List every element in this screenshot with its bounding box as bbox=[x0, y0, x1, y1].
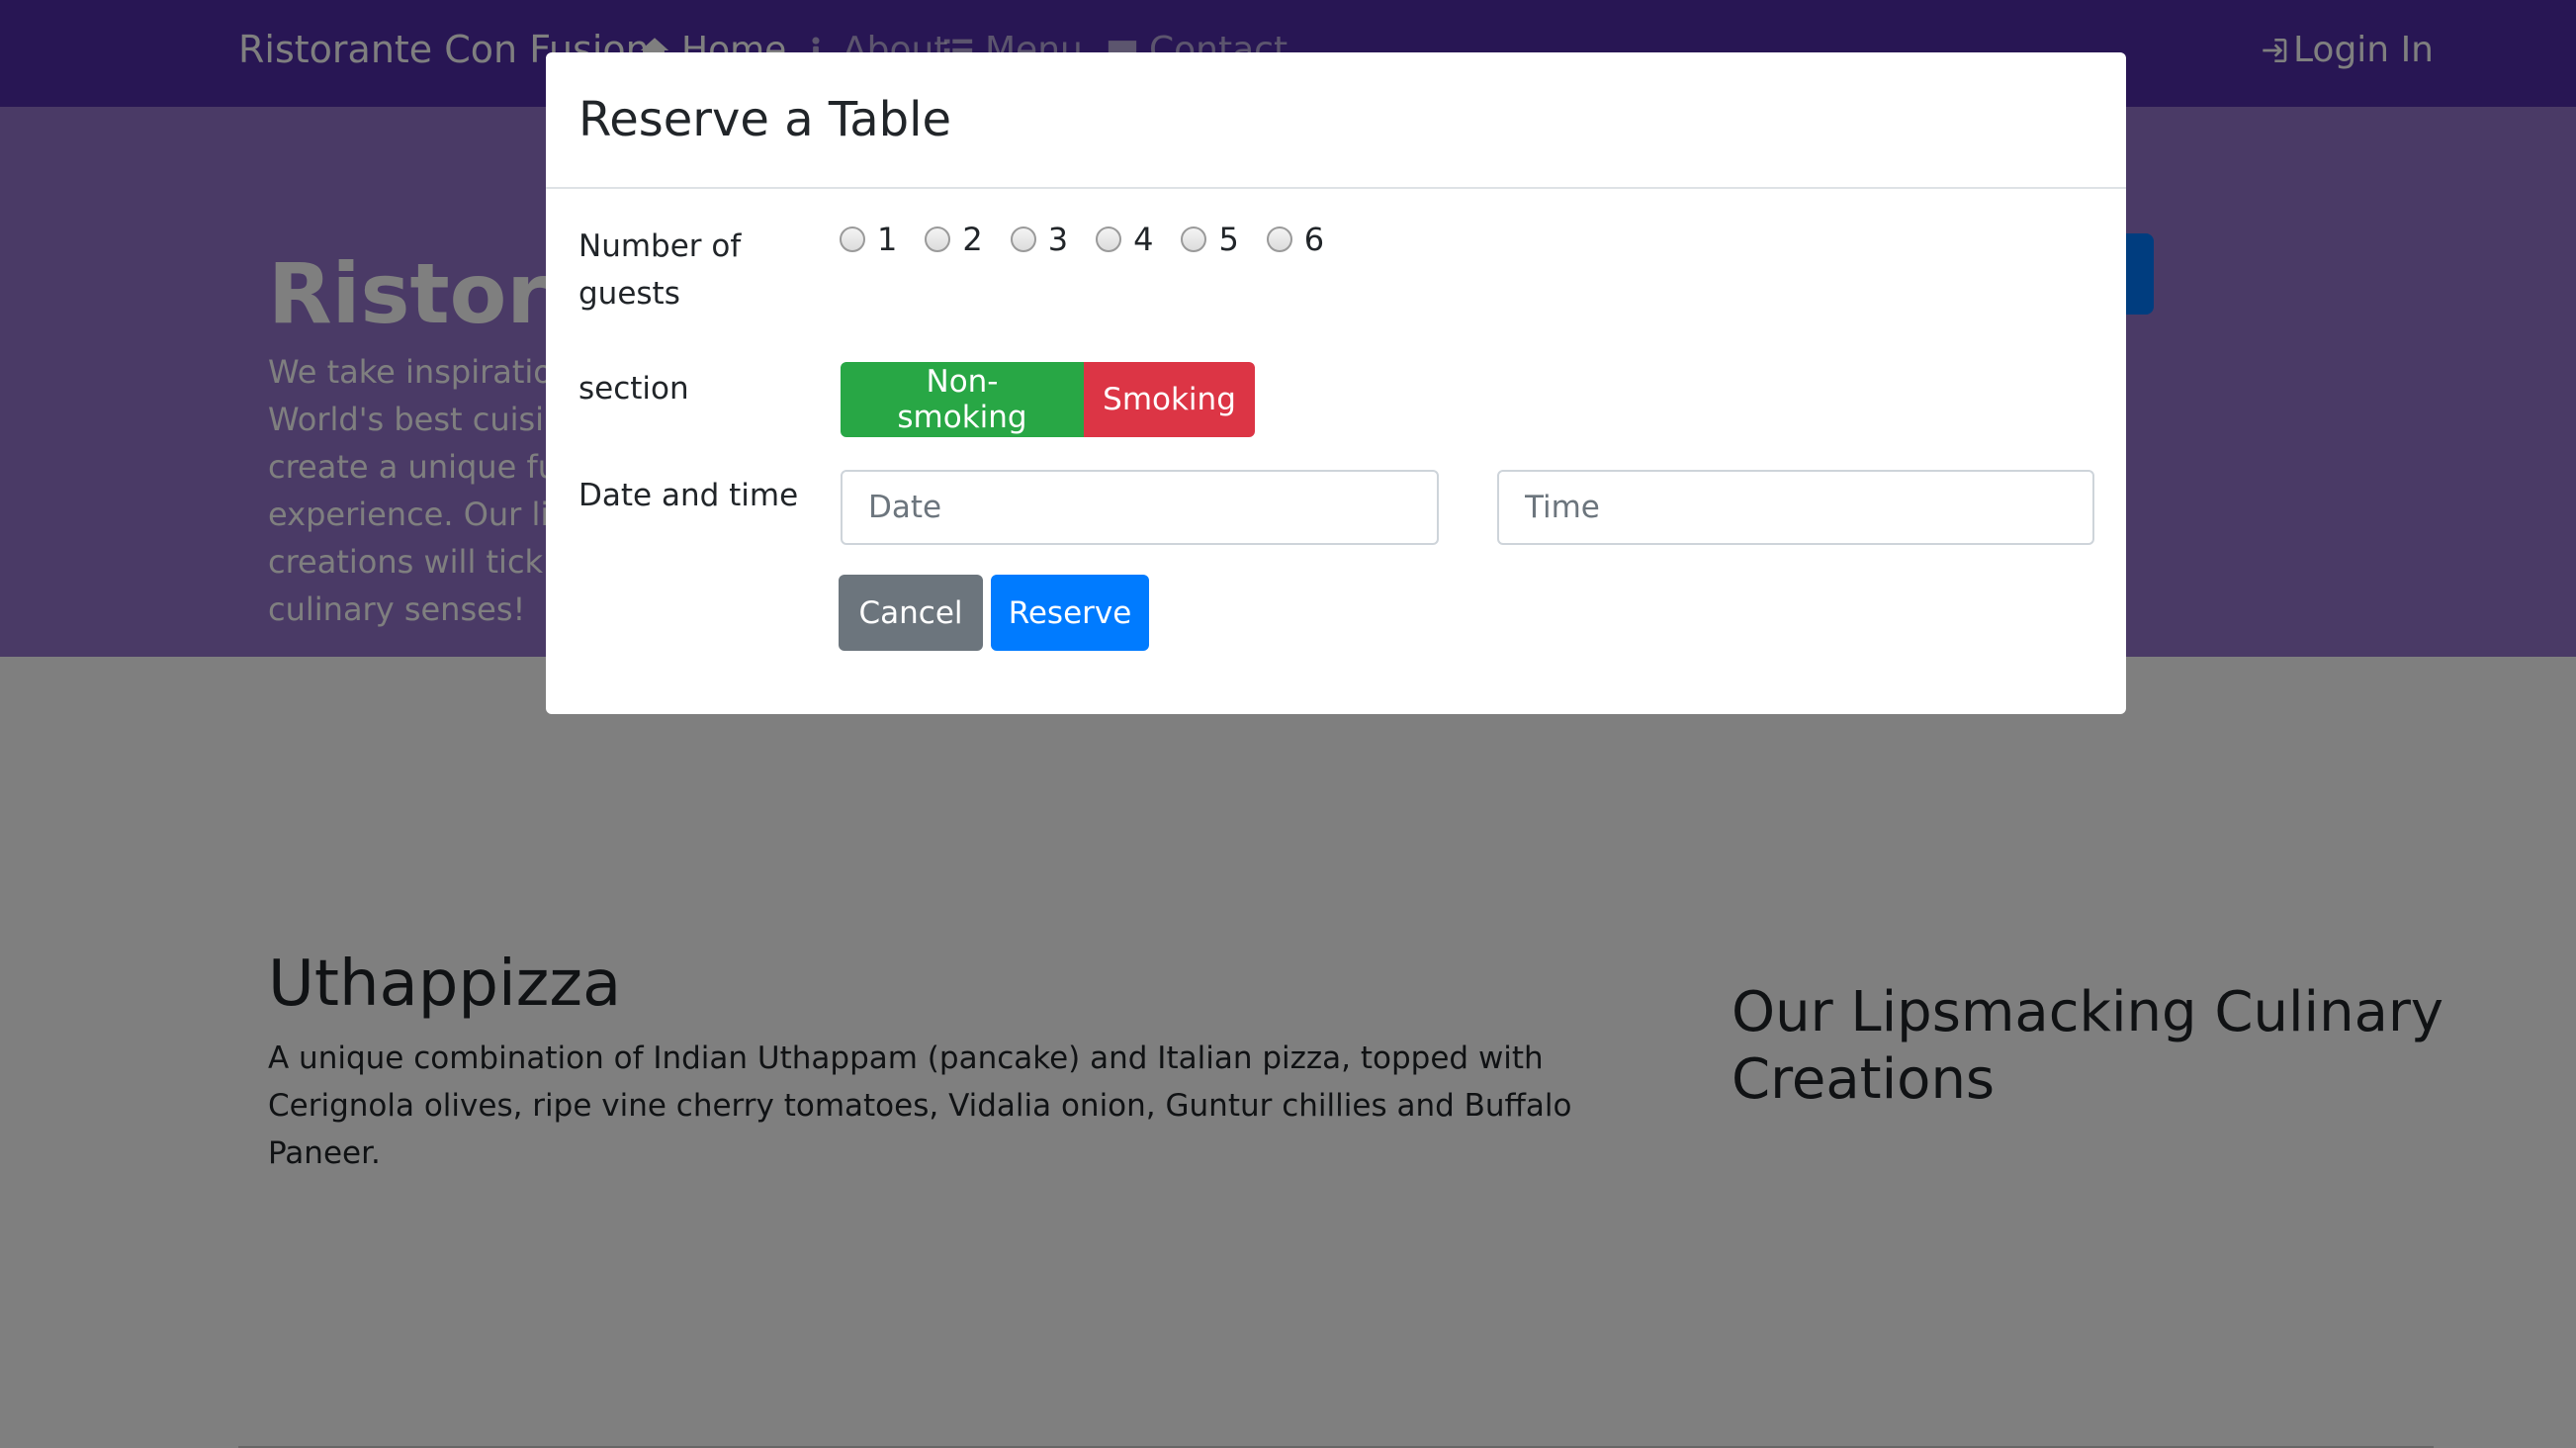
modal-title: Reserve a Table bbox=[578, 92, 951, 147]
guest-option-6[interactable]: 6 bbox=[1266, 221, 1325, 258]
guest-option-label: 5 bbox=[1218, 221, 1239, 258]
modal-header: Reserve a Table bbox=[546, 52, 2126, 189]
guest-option-2[interactable]: 2 bbox=[925, 221, 983, 258]
reserve-button[interactable]: Reserve bbox=[991, 575, 1149, 651]
reserve-table-modal: Reserve a Table Number of guests 1 2 3 4… bbox=[546, 52, 2126, 714]
radio-button[interactable] bbox=[1010, 226, 1036, 252]
guest-option-5[interactable]: 5 bbox=[1181, 221, 1239, 258]
radio-button[interactable] bbox=[925, 226, 951, 252]
radio-button[interactable] bbox=[1266, 226, 1292, 252]
guests-label: Number of guests bbox=[578, 228, 742, 312]
guest-option-3[interactable]: 3 bbox=[1010, 221, 1069, 258]
smoking-button[interactable]: Smoking bbox=[1084, 362, 1255, 437]
guest-option-label: 1 bbox=[877, 221, 898, 258]
radio-button[interactable] bbox=[1096, 226, 1122, 252]
guests-radio-group: 1 2 3 4 5 6 bbox=[840, 221, 1352, 258]
cancel-button[interactable]: Cancel bbox=[839, 575, 983, 651]
guest-option-label: 6 bbox=[1303, 221, 1325, 258]
section-toggle-group: Non-smoking Smoking bbox=[841, 362, 1255, 437]
radio-button[interactable] bbox=[840, 226, 865, 252]
guest-option-label: 4 bbox=[1133, 221, 1154, 258]
datetime-label: Date and time bbox=[578, 478, 799, 513]
guest-option-4[interactable]: 4 bbox=[1096, 221, 1153, 258]
guest-option-1[interactable]: 1 bbox=[840, 221, 897, 258]
page: Ristorante Con Fusion Home About Menu Co… bbox=[0, 0, 2576, 1448]
section-label: section bbox=[578, 371, 689, 407]
date-input[interactable] bbox=[841, 470, 1439, 545]
guest-option-label: 2 bbox=[962, 221, 983, 258]
non-smoking-button[interactable]: Non-smoking bbox=[841, 362, 1084, 437]
time-input[interactable] bbox=[1497, 470, 2094, 545]
radio-button[interactable] bbox=[1181, 226, 1207, 252]
guest-option-label: 3 bbox=[1047, 221, 1069, 258]
